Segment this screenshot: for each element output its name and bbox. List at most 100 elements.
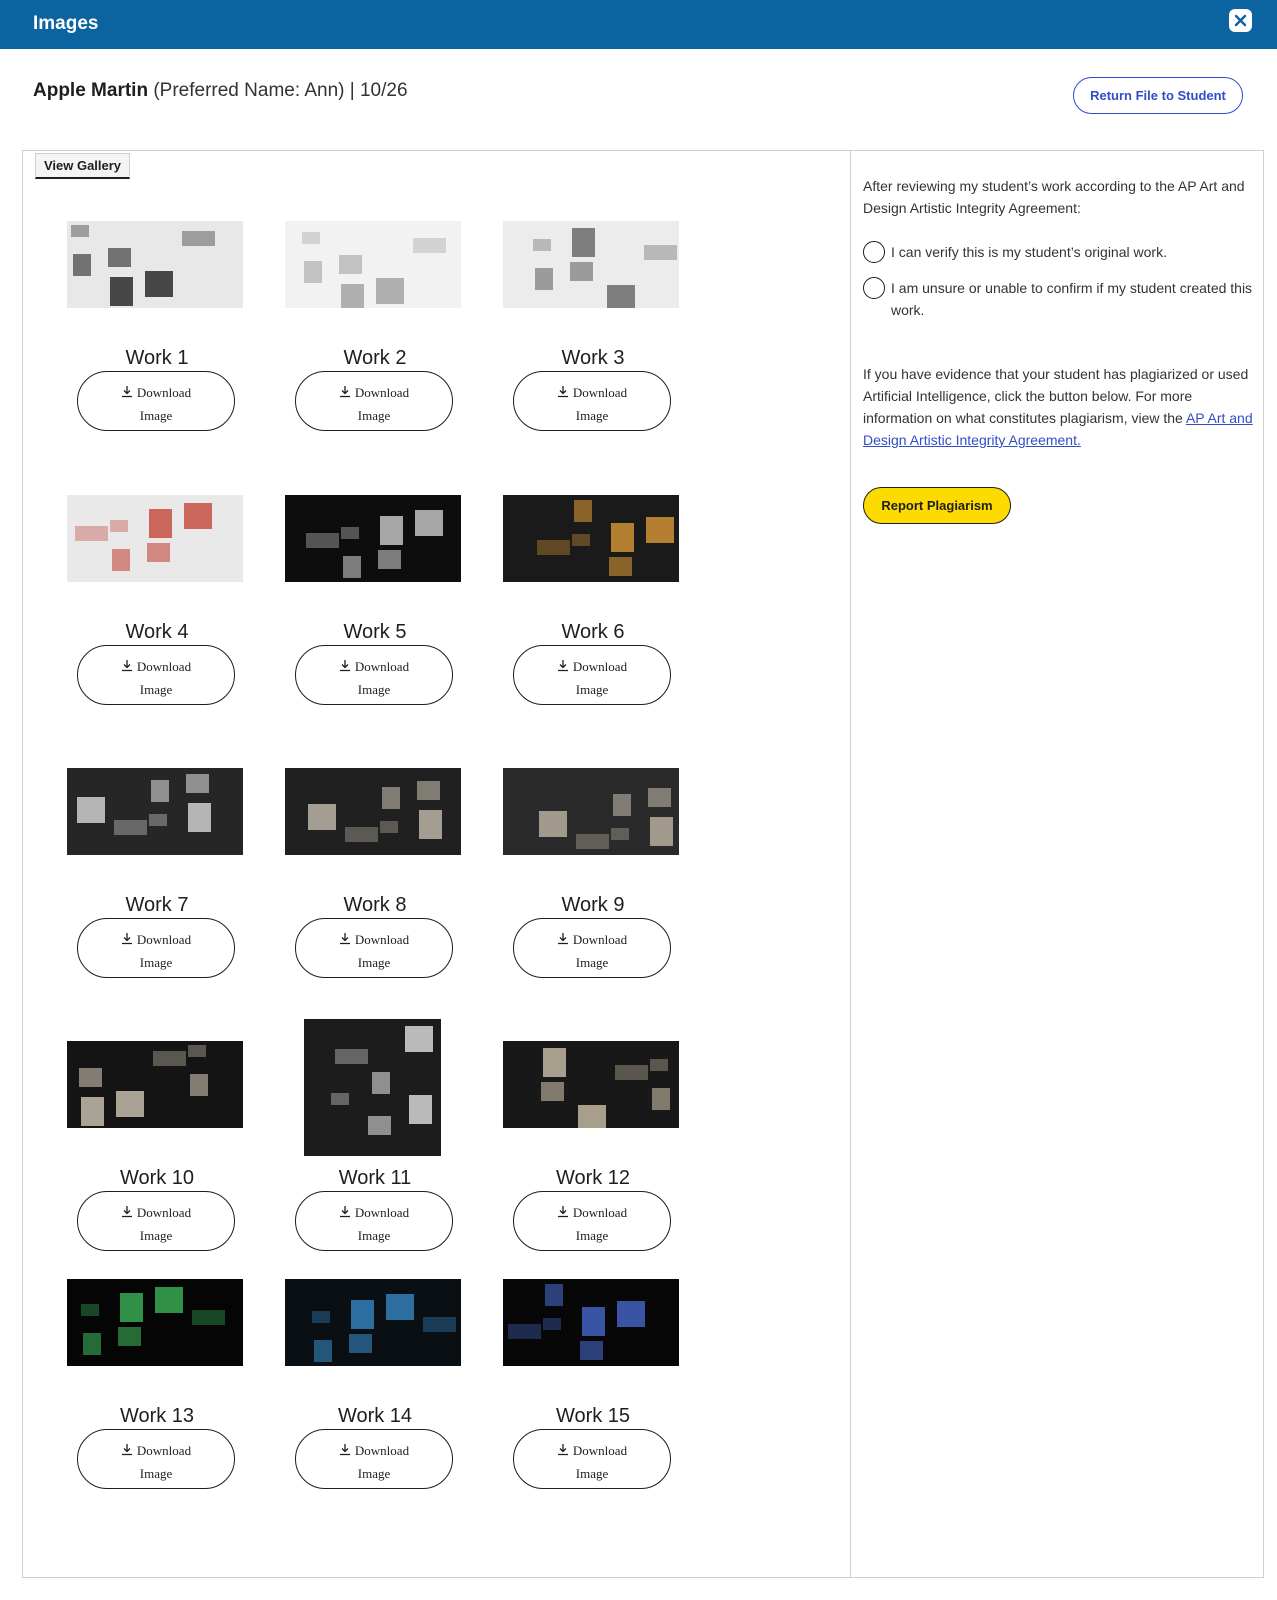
download-image-button[interactable]: Download Image xyxy=(295,1429,453,1489)
option-verify[interactable]: I can verify this is my student’s origin… xyxy=(863,241,1258,263)
download-image-button[interactable]: Download Image xyxy=(77,918,235,978)
download-label-line2: Image xyxy=(357,955,391,970)
download-label-line1: Download xyxy=(572,1204,628,1220)
download-label-line1: Download xyxy=(136,1442,192,1458)
download-label-line2: Image xyxy=(357,1228,391,1243)
download-icon xyxy=(339,1203,351,1225)
download-image-button[interactable]: Download Image xyxy=(513,645,671,705)
work-title: Work 6 xyxy=(561,621,625,643)
artwork-image xyxy=(508,1284,645,1360)
artwork-image xyxy=(306,510,443,578)
download-label-line1: Download xyxy=(136,384,192,400)
work-thumbnail[interactable] xyxy=(67,1041,243,1128)
download-icon xyxy=(557,1203,569,1225)
work-thumbnail[interactable] xyxy=(503,768,679,855)
download-icon xyxy=(121,1203,133,1225)
option-unsure[interactable]: I am unsure or unable to confirm if my s… xyxy=(863,277,1258,321)
evidence-paragraph: If you have evidence that your student h… xyxy=(863,363,1258,451)
student-details: (Preferred Name: Ann) | 10/26 xyxy=(153,80,408,101)
download-label-line2: Image xyxy=(575,1228,609,1243)
download-label-line1: Download xyxy=(354,384,410,400)
download-image-button[interactable]: Download Image xyxy=(295,918,453,978)
download-label-line1: Download xyxy=(136,931,192,947)
work-title: Work 8 xyxy=(343,894,407,916)
download-image-button[interactable]: Download Image xyxy=(513,918,671,978)
close-button[interactable] xyxy=(1229,9,1252,32)
work-thumbnail[interactable] xyxy=(285,495,461,582)
download-label-line2: Image xyxy=(139,1466,173,1481)
work-thumbnail[interactable] xyxy=(285,768,461,855)
close-icon xyxy=(1234,14,1247,27)
work-title: Work 13 xyxy=(119,1405,195,1427)
work-thumbnail[interactable] xyxy=(503,221,679,308)
download-label-line2: Image xyxy=(357,682,391,697)
download-image-button[interactable]: Download Image xyxy=(295,1191,453,1251)
tab-view-gallery[interactable]: View Gallery xyxy=(35,153,130,179)
work-title: Work 5 xyxy=(343,621,407,643)
download-image-button[interactable]: Download Image xyxy=(513,1191,671,1251)
gallery-panel: View Gallery Work 1 Download Image Work 2 Do… xyxy=(22,150,851,1578)
artwork-image xyxy=(79,1045,208,1126)
download-icon xyxy=(557,930,569,952)
download-icon xyxy=(121,1441,133,1463)
artwork-image xyxy=(312,1294,456,1362)
download-label-line2: Image xyxy=(575,1466,609,1481)
work-title: Work 1 xyxy=(125,347,189,369)
download-label-line1: Download xyxy=(136,658,192,674)
download-icon xyxy=(339,657,351,679)
artwork-image xyxy=(71,225,215,306)
work-title: Work 10 xyxy=(119,1167,195,1189)
download-label-line2: Image xyxy=(575,408,609,423)
artwork-image xyxy=(77,774,211,835)
artwork-image xyxy=(308,781,442,842)
download-label-line1: Download xyxy=(354,1442,410,1458)
work-thumbnail[interactable] xyxy=(304,1019,441,1156)
download-label-line2: Image xyxy=(139,955,173,970)
radio-unsure[interactable] xyxy=(863,277,885,299)
work-thumbnail[interactable] xyxy=(285,1279,461,1366)
download-image-button[interactable]: Download Image xyxy=(295,645,453,705)
download-icon xyxy=(557,657,569,679)
artwork-image xyxy=(81,1287,225,1355)
download-label-line2: Image xyxy=(575,955,609,970)
review-panel: After reviewing my student’s work accord… xyxy=(851,150,1264,1578)
artwork-image xyxy=(331,1026,433,1135)
download-label-line1: Download xyxy=(572,931,628,947)
radio-verify[interactable] xyxy=(863,241,885,263)
work-title: Work 11 xyxy=(338,1167,412,1189)
download-image-button[interactable]: Download Image xyxy=(295,371,453,431)
report-plagiarism-button[interactable]: Report Plagiarism xyxy=(863,487,1011,524)
download-image-button[interactable]: Download Image xyxy=(77,1429,235,1489)
work-thumbnail[interactable] xyxy=(503,1041,679,1128)
artwork-image xyxy=(75,503,212,571)
download-icon xyxy=(121,383,133,405)
work-thumbnail[interactable] xyxy=(503,1279,679,1366)
work-thumbnail[interactable] xyxy=(285,221,461,308)
work-thumbnail[interactable] xyxy=(67,495,243,582)
work-title: Work 2 xyxy=(343,347,407,369)
artwork-image xyxy=(302,232,446,308)
download-label-line2: Image xyxy=(575,682,609,697)
return-file-button[interactable]: Return File to Student xyxy=(1073,77,1243,114)
work-thumbnail[interactable] xyxy=(67,768,243,855)
download-label-line1: Download xyxy=(572,384,628,400)
download-label-line2: Image xyxy=(139,408,173,423)
work-title: Work 9 xyxy=(561,894,625,916)
download-icon xyxy=(557,1441,569,1463)
work-title: Work 12 xyxy=(555,1167,631,1189)
download-image-button[interactable]: Download Image xyxy=(77,1191,235,1251)
download-label-line1: Download xyxy=(572,658,628,674)
download-image-button[interactable]: Download Image xyxy=(77,371,235,431)
download-label-line1: Download xyxy=(136,1204,192,1220)
download-image-button[interactable]: Download Image xyxy=(513,1429,671,1489)
work-thumbnail[interactable] xyxy=(67,221,243,308)
modal-header: Images xyxy=(0,0,1277,49)
download-image-button[interactable]: Download Image xyxy=(77,645,235,705)
download-image-button[interactable]: Download Image xyxy=(513,371,671,431)
work-title: Work 7 xyxy=(125,894,189,916)
work-thumbnail[interactable] xyxy=(67,1279,243,1366)
work-title: Work 3 xyxy=(561,347,625,369)
review-intro: After reviewing my student’s work accord… xyxy=(863,178,1245,216)
artwork-image xyxy=(537,500,674,576)
work-thumbnail[interactable] xyxy=(503,495,679,582)
